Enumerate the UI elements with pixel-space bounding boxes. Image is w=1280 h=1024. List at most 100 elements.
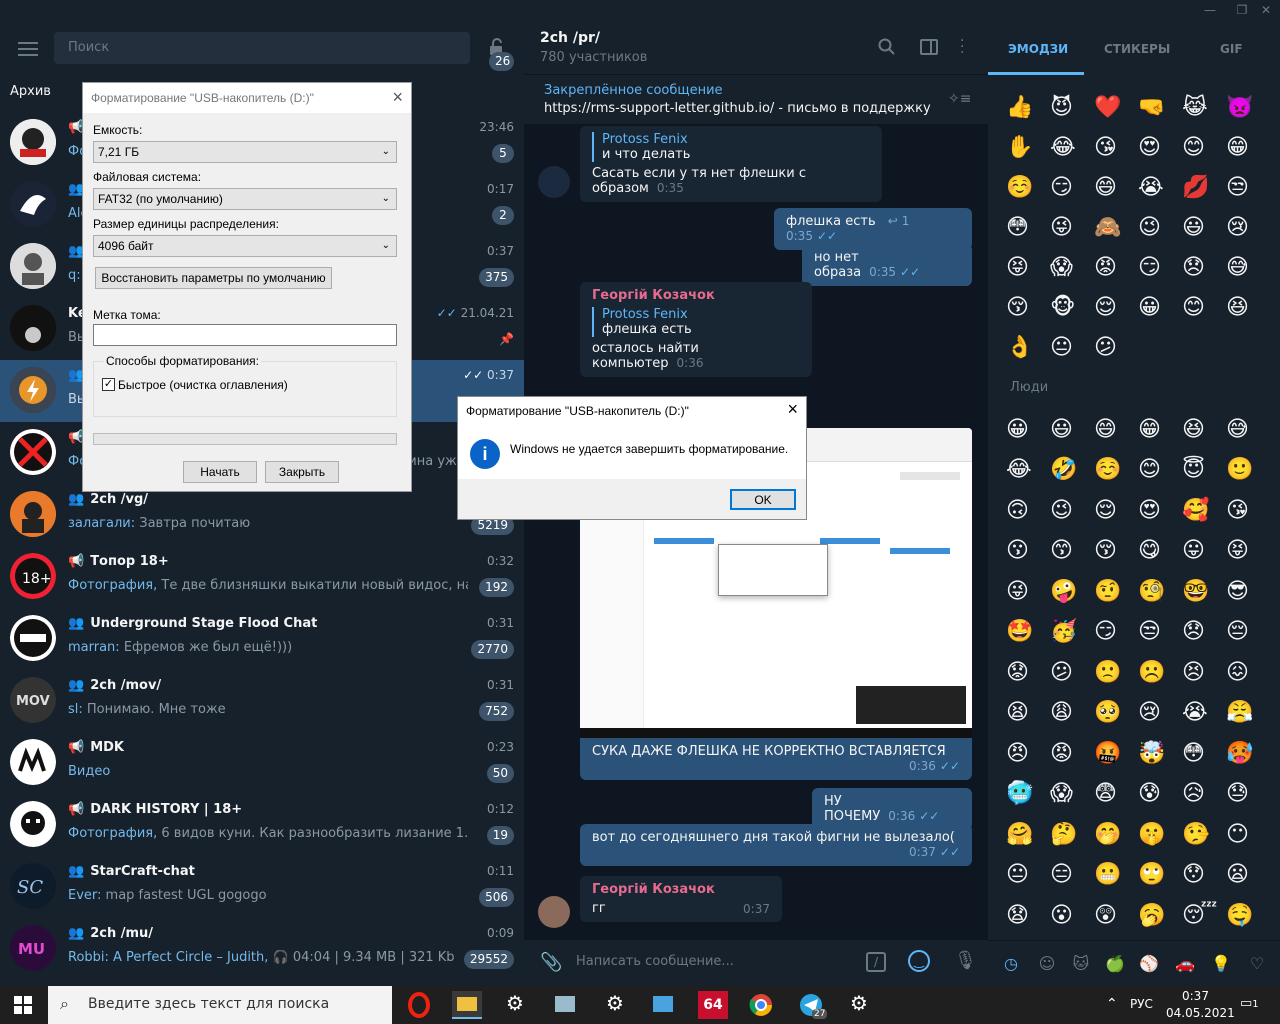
emoji-item[interactable]: 😫 xyxy=(1006,693,1050,733)
emoji-item[interactable]: 😗 xyxy=(1006,531,1050,571)
reply-quote[interactable]: Protoss Fenix флешка есть xyxy=(592,307,800,337)
emoji-item[interactable]: 🤩 xyxy=(1006,612,1050,652)
emoji-item[interactable]: 😅 xyxy=(1226,410,1270,450)
emoji-item[interactable]: 😎 xyxy=(1226,572,1270,612)
emoji-item[interactable]: 🥳 xyxy=(1050,612,1094,652)
emoji-item[interactable]: 👿 xyxy=(1226,88,1270,128)
emoji-item[interactable]: 🙃 xyxy=(1006,491,1050,531)
emoji-item[interactable]: 😘 xyxy=(1226,491,1270,531)
avatar[interactable] xyxy=(538,896,570,928)
emoji-item[interactable]: 🙈 xyxy=(1094,208,1138,248)
emoji-item[interactable]: 🤫 xyxy=(1138,815,1182,855)
emoji-item[interactable]: 🤥 xyxy=(1182,815,1226,855)
emoji-item[interactable]: 😃 xyxy=(1182,208,1226,248)
emoji-item[interactable]: 😦 xyxy=(1226,855,1270,895)
filesystem-select[interactable]: FAT32 (по умолчанию) ⌄ xyxy=(93,188,397,210)
emoji-item[interactable]: ☹️ xyxy=(1138,653,1182,693)
clock-time[interactable]: 0:37 xyxy=(1182,989,1209,1003)
emoji-item[interactable]: 😱 xyxy=(1050,774,1094,814)
emoji-item[interactable]: ☺️ xyxy=(1006,168,1050,208)
emoji-item[interactable]: 😊 xyxy=(1182,288,1226,328)
emoji-item[interactable]: 😥 xyxy=(1182,774,1226,814)
emoji-item[interactable]: 🤣 xyxy=(1050,450,1094,490)
quick-format-checkbox[interactable]: ✓ xyxy=(102,378,115,391)
chat-row[interactable]: SC 👥 StarCraft-chat Ever: map fastest UGL… xyxy=(0,856,524,918)
chat-row[interactable]: 📢 DARK HISTORY | 18+ Фотография, 6 видов … xyxy=(0,794,524,856)
emoji-item[interactable]: 😘 xyxy=(1094,128,1138,168)
emoji-item[interactable]: 😄 xyxy=(1094,168,1138,208)
emoji-item[interactable]: 🤜 xyxy=(1138,88,1182,128)
archive-label[interactable]: Архив xyxy=(10,84,51,99)
emoji-item[interactable]: 🥰 xyxy=(1182,491,1226,531)
emoji-item[interactable]: 😀 xyxy=(1006,410,1050,450)
unit-select[interactable]: 4096 байт ⌄ xyxy=(93,235,397,257)
chat-title[interactable]: 2ch /pr/ xyxy=(540,30,600,46)
emoji-item[interactable]: 😓 xyxy=(1226,774,1270,814)
app-icon[interactable] xyxy=(550,991,580,1019)
food-category-icon[interactable]: 🍏 xyxy=(1104,953,1126,975)
emoji-item[interactable]: 🤪 xyxy=(1050,572,1094,612)
heart-category-icon[interactable]: ♡ xyxy=(1246,953,1268,975)
emoji-item[interactable]: ☺️ xyxy=(1094,450,1138,490)
emoji-item[interactable]: 😊 xyxy=(1138,450,1182,490)
clock-date[interactable]: 04.05.2021 xyxy=(1166,1006,1235,1020)
emoji-item[interactable]: 😑 xyxy=(1050,855,1094,895)
tab-stickers[interactable]: СТИКЕРЫ xyxy=(1104,42,1170,56)
message-bubble-out[interactable]: вот до сегодняшнего дня такой фигни не в… xyxy=(580,824,972,866)
emoji-item[interactable]: 🤓 xyxy=(1182,572,1226,612)
emoji-item[interactable]: 😉 xyxy=(1050,491,1094,531)
message-bubble[interactable]: Георгій Козачок гг 0:37 xyxy=(580,876,782,922)
emoji-item[interactable]: 😁 xyxy=(1138,410,1182,450)
chat-row[interactable]: 👥 2ch /vg/ залагали: Завтра почитаю 5219 xyxy=(0,484,524,546)
emoji-item[interactable]: 😜 xyxy=(1006,572,1050,612)
more-icon[interactable]: · · · xyxy=(960,34,966,60)
minimize-icon[interactable]: — xyxy=(1196,0,1224,20)
attach-icon[interactable]: 📎 xyxy=(540,952,562,973)
emoji-item[interactable]: 😌 xyxy=(1094,288,1138,328)
avatar[interactable] xyxy=(538,166,570,198)
emoji-item[interactable]: 😅 xyxy=(1226,248,1270,288)
start-button[interactable]: Начать xyxy=(183,461,257,483)
close-icon[interactable]: × xyxy=(392,87,403,108)
emoji-item[interactable]: 😇 xyxy=(1182,450,1226,490)
emoji-item[interactable]: 🤤 xyxy=(1226,896,1270,936)
emoji-item[interactable]: 😧 xyxy=(1006,896,1050,936)
emoji-item[interactable]: 😐 xyxy=(1050,328,1094,368)
emoji-item[interactable]: 🙁 xyxy=(1094,653,1138,693)
emoji-item[interactable]: 🥺 xyxy=(1094,693,1138,733)
restore-defaults-button[interactable]: Восстановить параметры по умолчанию xyxy=(95,267,332,289)
emoji-item[interactable]: 😋 xyxy=(1138,531,1182,571)
emoji-item[interactable]: 😝 xyxy=(1226,531,1270,571)
smile-category-icon[interactable]: ☺ xyxy=(1036,953,1058,975)
emoji-item[interactable]: 😲 xyxy=(1094,896,1138,936)
emoji-item[interactable]: 💋 xyxy=(1182,168,1226,208)
emoji-item[interactable]: 🧐 xyxy=(1138,572,1182,612)
emoji-item[interactable]: 🤨 xyxy=(1094,572,1138,612)
emoji-item[interactable]: 😢 xyxy=(1226,208,1270,248)
message-bubble[interactable]: Protoss Fenix и что делать Сасать если у … xyxy=(580,126,882,202)
emoji-item[interactable]: 😣 xyxy=(1182,653,1226,693)
emoji-item[interactable]: 🙄 xyxy=(1138,855,1182,895)
taskbar-search-input[interactable]: ⌕ Введите здесь текст для поиска xyxy=(48,986,392,1024)
recent-category-icon[interactable]: ◷ xyxy=(1000,953,1022,975)
emoji-item[interactable]: 😆 xyxy=(1226,288,1270,328)
emoji-item[interactable]: 😔 xyxy=(1226,612,1270,652)
emoji-item[interactable]: 😶 xyxy=(1226,815,1270,855)
emoji-item[interactable]: 🤔 xyxy=(1050,815,1094,855)
emoji-item[interactable]: 😖 xyxy=(1226,653,1270,693)
emoji-item[interactable]: 🤗 xyxy=(1006,815,1050,855)
chat-row[interactable]: 18+ 📢 Топор 18+ Фотография, Те две близня… xyxy=(0,546,524,608)
emoji-item[interactable]: 🤭 xyxy=(1094,815,1138,855)
emoji-item[interactable]: 😒 xyxy=(1226,168,1270,208)
emoji-item[interactable]: 👍 xyxy=(1006,88,1050,128)
emoji-item[interactable]: 😆 xyxy=(1182,410,1226,450)
animal-category-icon[interactable]: 🐱 xyxy=(1070,953,1092,975)
close-icon[interactable]: × xyxy=(787,399,798,420)
object-category-icon[interactable]: 💡 xyxy=(1210,953,1232,975)
chevron-up-icon[interactable]: ⌃ xyxy=(1106,996,1118,1012)
chat-row[interactable]: MOV 👥 2ch /mov/ sl: Понимаю. Мне тоже 0:3… xyxy=(0,670,524,732)
message-bubble-out[interactable]: СУКА ДАЖЕ ФЛЕШКА НЕ КОРРЕКТНО ВСТАВЛЯЕТС… xyxy=(580,738,972,780)
control-panel-icon[interactable] xyxy=(648,991,678,1019)
tab-emoji[interactable]: ЭМОДЗИ xyxy=(1008,42,1068,56)
emoji-item[interactable]: 😭 xyxy=(1138,168,1182,208)
